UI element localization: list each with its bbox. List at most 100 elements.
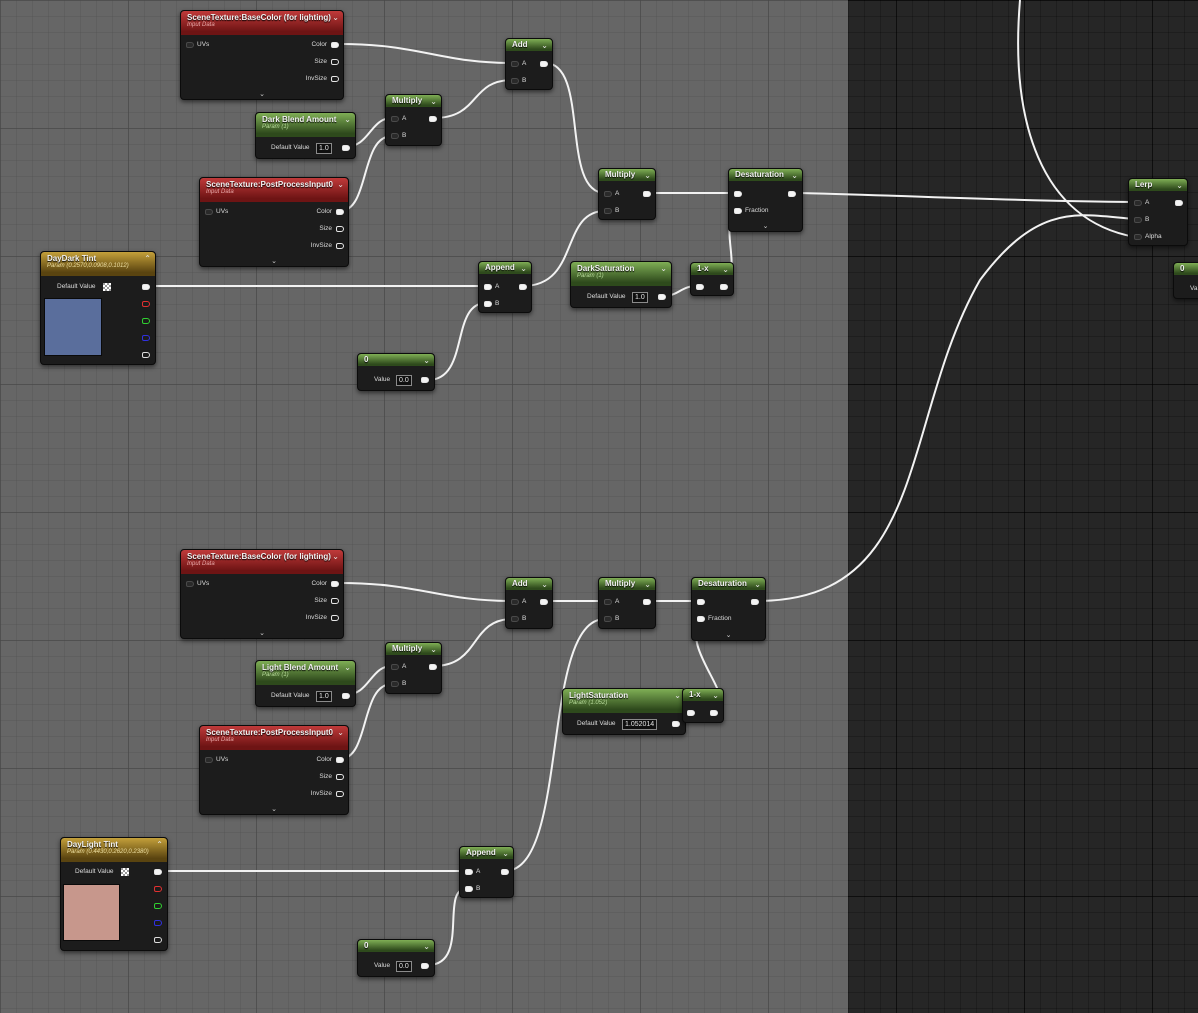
chevron-down-icon[interactable]: ⌄: [692, 631, 765, 639]
r-output-pin[interactable]: [154, 886, 162, 892]
color-output-pin[interactable]: [336, 209, 344, 215]
output-pin[interactable]: [658, 294, 666, 300]
chevron-down-icon[interactable]: ⌄: [344, 115, 351, 124]
chevron-down-icon[interactable]: ⌄: [337, 180, 344, 189]
chevron-down-icon[interactable]: ⌄: [722, 265, 729, 274]
uvs-input-pin[interactable]: [205, 757, 213, 763]
chevron-down-icon[interactable]: ⌄: [644, 171, 651, 180]
chevron-down-icon[interactable]: ⌄: [674, 691, 681, 700]
default-value-field[interactable]: 1.0: [316, 691, 332, 702]
light-saturation-node[interactable]: LightSaturation Param (1.052) ⌄ Default Va…: [562, 688, 686, 735]
one-minus-node[interactable]: 1-x ⌄: [682, 688, 724, 723]
add-node[interactable]: Add ⌄ A B: [505, 38, 553, 90]
chevron-down-icon[interactable]: ⌄: [423, 356, 430, 365]
a-input-pin[interactable]: [604, 191, 612, 197]
dark-blend-amount-node[interactable]: Dark Blend Amount Param (1) ⌄ Default Valu…: [255, 112, 356, 159]
output-pin[interactable]: [519, 284, 527, 290]
chevron-up-icon[interactable]: ⌃: [156, 840, 163, 849]
chevron-down-icon[interactable]: ⌄: [200, 805, 348, 813]
b-input-pin[interactable]: [484, 301, 492, 307]
chevron-down-icon[interactable]: ⌄: [332, 552, 339, 561]
b-input-pin[interactable]: [391, 133, 399, 139]
light-blend-amount-node[interactable]: Light Blend Amount Param (1) ⌄ Default Val…: [255, 660, 356, 707]
b-input-pin[interactable]: [511, 616, 519, 622]
size-output-pin[interactable]: [336, 774, 344, 780]
alpha-input-pin[interactable]: [1134, 234, 1142, 240]
b-input-pin[interactable]: [604, 616, 612, 622]
output-pin[interactable]: [429, 664, 437, 670]
chevron-down-icon[interactable]: ⌄: [423, 942, 430, 951]
value-field[interactable]: 0.0: [396, 961, 412, 972]
multiply-node[interactable]: Multiply ⌄ A B: [385, 642, 442, 694]
chevron-down-icon[interactable]: ⌄: [712, 691, 719, 700]
a-input-pin[interactable]: [604, 599, 612, 605]
color-output-pin[interactable]: [336, 757, 344, 763]
chevron-down-icon[interactable]: ⌄: [181, 90, 343, 98]
lerp-node[interactable]: Lerp ⌄ A B Alpha: [1128, 178, 1188, 246]
fraction-input-pin[interactable]: [697, 616, 705, 622]
r-output-pin[interactable]: [142, 301, 150, 307]
g-output-pin[interactable]: [154, 903, 162, 909]
output-pin[interactable]: [788, 191, 796, 197]
chevron-down-icon[interactable]: ⌄: [430, 97, 437, 106]
append-node[interactable]: Append ⌄ A B: [478, 261, 532, 313]
input-pin[interactable]: [687, 710, 695, 716]
b-output-pin[interactable]: [154, 920, 162, 926]
a-input-pin[interactable]: [465, 869, 473, 875]
color-output-pin[interactable]: [331, 581, 339, 587]
output-pin[interactable]: [421, 963, 429, 969]
multiply-node[interactable]: Multiply ⌄ A B: [598, 577, 656, 629]
chevron-down-icon[interactable]: ⌄: [344, 663, 351, 672]
output-pin[interactable]: [751, 599, 759, 605]
default-value-field[interactable]: 1.0: [316, 143, 332, 154]
chevron-down-icon[interactable]: ⌄: [791, 171, 798, 180]
input-pin[interactable]: [697, 599, 705, 605]
size-output-pin[interactable]: [331, 59, 339, 65]
scenetexture-postprocess-node[interactable]: SceneTexture:PostProcessInput0 Input Data…: [199, 177, 349, 267]
rgb-output-pin[interactable]: [142, 284, 150, 290]
invsize-output-pin[interactable]: [336, 243, 344, 249]
uvs-input-pin[interactable]: [205, 209, 213, 215]
a-input-pin[interactable]: [511, 61, 519, 67]
b-input-pin[interactable]: [604, 208, 612, 214]
desaturation-node[interactable]: Desaturation ⌄ Fraction ⌄: [691, 577, 766, 641]
uvs-input-pin[interactable]: [186, 581, 194, 587]
chevron-down-icon[interactable]: ⌄: [541, 580, 548, 589]
scenetexture-basecolor-node[interactable]: SceneTexture:BaseColor (for lighting) Inp…: [180, 549, 344, 639]
chevron-down-icon[interactable]: ⌄: [660, 264, 667, 273]
b-output-pin[interactable]: [142, 335, 150, 341]
a-output-pin[interactable]: [142, 352, 150, 358]
default-value-field[interactable]: 1.052014: [622, 719, 658, 730]
daylight-tint-node[interactable]: DayLight Tint Param (0.4430,0.2620,0.2380…: [60, 837, 168, 951]
multiply-node[interactable]: Multiply ⌄ A B: [385, 94, 442, 146]
size-output-pin[interactable]: [336, 226, 344, 232]
size-output-pin[interactable]: [331, 598, 339, 604]
dark-saturation-node[interactable]: DarkSaturation Param (1) ⌄ Default Value 1…: [570, 261, 672, 308]
input-pin[interactable]: [696, 284, 704, 290]
chevron-down-icon[interactable]: ⌄: [430, 645, 437, 654]
fraction-input-pin[interactable]: [734, 208, 742, 214]
b-input-pin[interactable]: [465, 886, 473, 892]
chevron-down-icon[interactable]: ⌄: [332, 13, 339, 22]
chevron-down-icon[interactable]: ⌄: [181, 629, 343, 637]
input-pin[interactable]: [734, 191, 742, 197]
constant-node-partial[interactable]: 0 Va: [1173, 262, 1198, 299]
color-output-pin[interactable]: [331, 42, 339, 48]
one-minus-node[interactable]: 1-x ⌄: [690, 262, 734, 296]
output-pin[interactable]: [501, 869, 509, 875]
chevron-down-icon[interactable]: ⌄: [729, 222, 802, 230]
output-pin[interactable]: [643, 599, 651, 605]
chevron-down-icon[interactable]: ⌄: [644, 580, 651, 589]
chevron-down-icon[interactable]: ⌄: [754, 580, 761, 589]
output-pin[interactable]: [540, 599, 548, 605]
a-input-pin[interactable]: [511, 599, 519, 605]
output-pin[interactable]: [710, 710, 718, 716]
chevron-down-icon[interactable]: ⌄: [337, 728, 344, 737]
constant-node[interactable]: 0 ⌄ Value 0.0: [357, 939, 435, 977]
add-node[interactable]: Add ⌄ A B: [505, 577, 553, 629]
a-input-pin[interactable]: [1134, 200, 1142, 206]
rgb-output-pin[interactable]: [154, 869, 162, 875]
b-input-pin[interactable]: [1134, 217, 1142, 223]
chevron-down-icon[interactable]: ⌄: [502, 849, 509, 858]
chevron-down-icon[interactable]: ⌄: [541, 41, 548, 50]
